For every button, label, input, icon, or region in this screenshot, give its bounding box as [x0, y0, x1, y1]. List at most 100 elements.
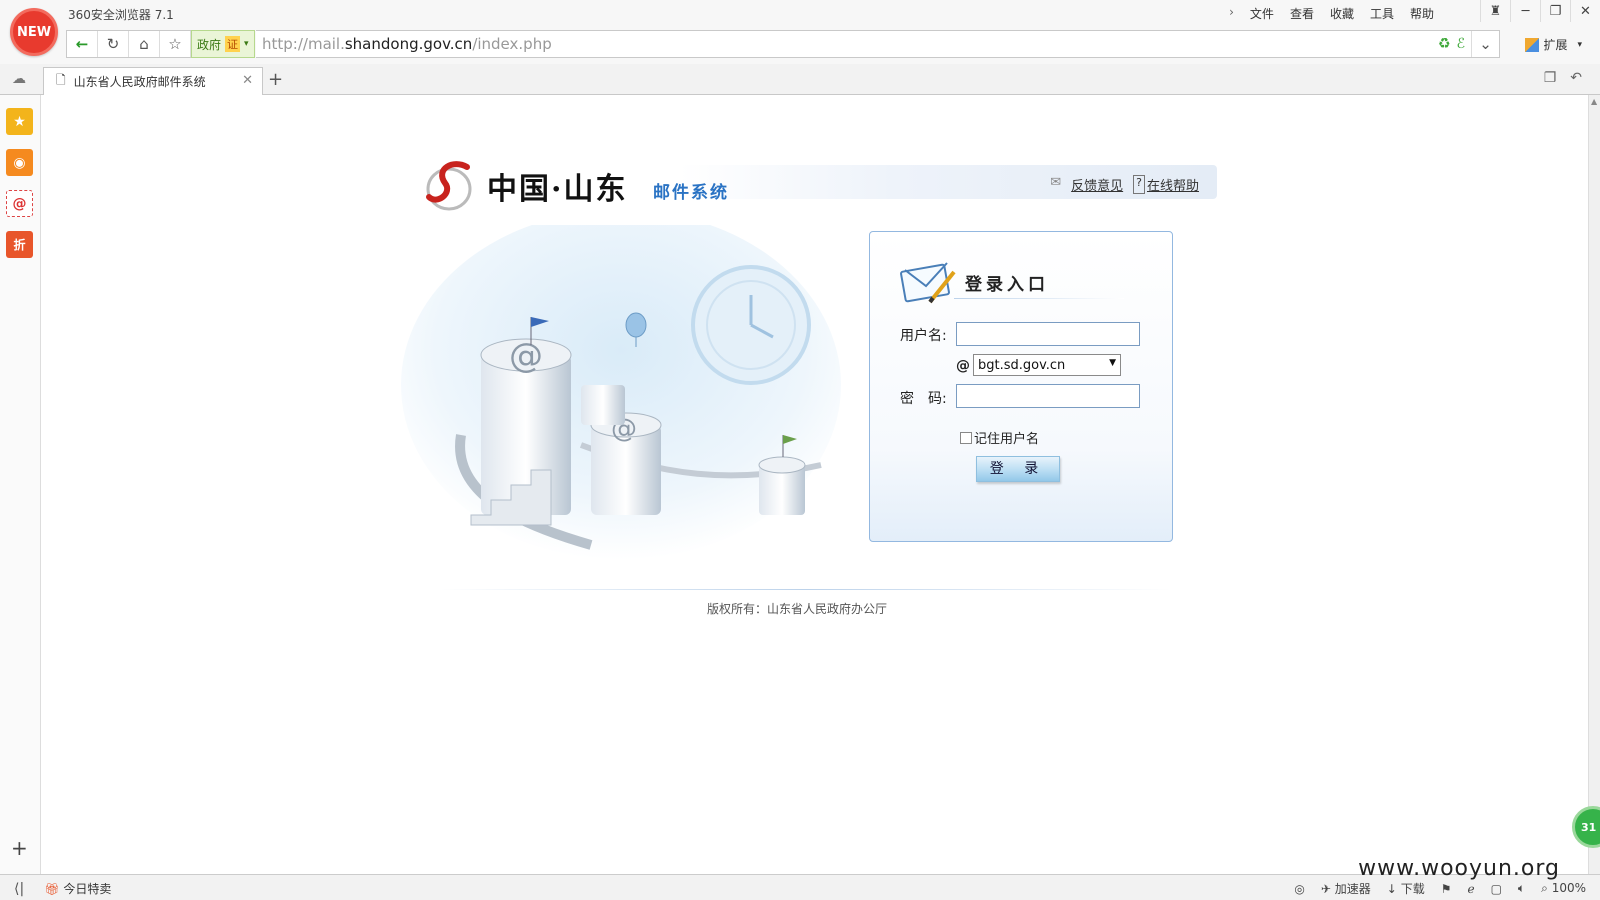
address-bar-icons: ♻ ℰ	[1438, 36, 1465, 52]
domain-select[interactable]: bgt.sd.gov.cn ▼	[973, 354, 1121, 376]
new-tab-button[interactable]: +	[268, 69, 283, 90]
minimize-button[interactable]: ─	[1510, 0, 1540, 22]
flag-icon[interactable]: ⚑	[1441, 882, 1452, 896]
page-content: 中国·山东 邮件系统 ✉ 反馈意见 ? 在线帮助 @ @ 登录入口 用户名: @…	[41, 95, 1588, 874]
favorite-star-button[interactable]: ☆	[160, 31, 191, 57]
remember-checkbox[interactable]	[960, 431, 972, 444]
accelerator-button[interactable]: ✈︎ 加速器	[1321, 880, 1371, 897]
login-panel: 登录入口 用户名: @ bgt.sd.gov.cn ▼ 密 码: 记住用户名 登…	[869, 231, 1173, 542]
logo-title: 中国·山东	[487, 172, 628, 207]
nav-buttons: ← ↻ ⌂ ☆	[66, 30, 192, 58]
refresh-button[interactable]: ↻	[98, 31, 129, 57]
title-underline	[954, 298, 1124, 299]
username-input[interactable]	[956, 322, 1140, 346]
address-dropdown-button[interactable]: ⌄	[1471, 31, 1499, 57]
domain-selected-value: bgt.sd.gov.cn	[978, 357, 1066, 373]
title-bar: 360安全浏览器 7.1 › 文件 查看 收藏 工具 帮助 ♜ ─ ❐ ✕	[0, 0, 1600, 28]
download-icon: ↓	[1386, 882, 1397, 896]
url-host: shandong.gov.cn	[344, 35, 473, 53]
url-path: /index.php	[472, 35, 552, 53]
menu-view[interactable]: 查看	[1290, 5, 1314, 22]
feedback-link[interactable]: 反馈意见	[1071, 175, 1123, 194]
page-icon: 🗋	[56, 73, 66, 87]
zoom-level: 100%	[1551, 881, 1586, 895]
login-title: 登录入口	[965, 275, 1049, 295]
tab-active[interactable]: 🗋 山东省人民政府邮件系统 ✕	[43, 67, 263, 95]
scroll-up-icon[interactable]: ▲	[1591, 97, 1597, 106]
chevron-down-icon: ▾	[1577, 39, 1582, 50]
cert-badge: 证	[225, 36, 241, 52]
speed-mode-icon[interactable]: ℰ	[1457, 36, 1465, 52]
window-icon[interactable]: ▢	[1491, 882, 1502, 896]
sidebar: ★ ◉ @ 折 +	[0, 95, 41, 874]
gift-icon: 🎁︎	[44, 881, 60, 896]
collapse-sidebar-icon[interactable]: ⟨|	[14, 881, 24, 897]
discount-icon[interactable]: 折	[6, 231, 33, 258]
download-button[interactable]: ↓ 下载	[1387, 880, 1425, 897]
mail-icon[interactable]: @	[6, 190, 33, 217]
menu-tools[interactable]: 工具	[1370, 5, 1394, 22]
mail-header: 中国·山东 邮件系统 ✉ 反馈意见 ? 在线帮助	[419, 161, 1217, 215]
logo-subtitle: 邮件系统	[653, 183, 729, 203]
extensions-label: 扩展	[1543, 38, 1568, 52]
browser-logo[interactable]: NEW	[10, 8, 58, 56]
status-bar-left: ⟨| 🎁︎ 今日特卖	[14, 880, 111, 897]
tab-bar: ☁ 🗋 山东省人民政府邮件系统 ✕ + ❐ ↶	[0, 64, 1600, 95]
tab-title: 山东省人民政府邮件系统	[73, 75, 206, 89]
close-window-button[interactable]: ✕	[1570, 0, 1600, 22]
tab-bar-tools: ❐ ↶	[1544, 70, 1582, 86]
dropdown-arrow-icon: ▼	[1109, 358, 1116, 368]
menu-help[interactable]: 帮助	[1410, 5, 1434, 22]
gov-site-badge[interactable]: 政府 证 ▾	[191, 30, 255, 58]
sound-icon[interactable]: 🔈︎	[1518, 881, 1525, 896]
copyright-text: 版权所有：山东省人民政府办公厅	[707, 602, 888, 616]
navigation-bar: ← ↻ ⌂ ☆ 政府 证 ▾ http://mail. shandong.gov.…	[0, 28, 1600, 64]
home-button[interactable]: ⌂	[129, 31, 160, 57]
download-label: 下载	[1400, 882, 1425, 896]
remember-label: 记住用户名	[974, 432, 1040, 447]
url-scheme: http://mail.	[262, 35, 345, 53]
help-link[interactable]: 在线帮助	[1147, 175, 1199, 194]
sidebar-add-button[interactable]: +	[11, 836, 28, 860]
cloud-icon[interactable]: ☁	[12, 71, 26, 87]
status-bar-right: ◎ ✈︎ 加速器 ↓ 下载 ⚑ ℯ ▢ 🔈︎ ⌕ 100%	[1294, 880, 1586, 897]
remember-username[interactable]: 记住用户名	[960, 428, 1039, 447]
undo-close-icon[interactable]: ↶	[1570, 70, 1582, 86]
extensions-button[interactable]: 扩展 ▾	[1525, 36, 1582, 53]
address-bar[interactable]: http://mail. shandong.gov.cn/index.php ♻ …	[256, 30, 1500, 58]
window-controls: ♜ ─ ❐ ✕	[1480, 0, 1600, 22]
vertical-scrollbar[interactable]: ▲	[1588, 95, 1600, 874]
ie-icon[interactable]: ℯ	[1467, 882, 1474, 896]
zoom-control[interactable]: ⌕ 100%	[1541, 881, 1586, 896]
tab-list-icon[interactable]: ❐	[1544, 70, 1557, 86]
footer-divider	[441, 589, 1171, 590]
envelope-pen-icon	[900, 262, 956, 304]
recycle-icon[interactable]: ♻	[1438, 36, 1451, 52]
favorites-star-icon[interactable]: ★	[6, 108, 33, 135]
watermark-text: www.wooyun.org	[1358, 856, 1560, 881]
back-button[interactable]: ←	[67, 31, 98, 57]
weibo-icon[interactable]: ◉	[6, 149, 33, 176]
username-label: 用户名:	[900, 328, 947, 344]
gov-badge-label: 政府	[197, 37, 222, 52]
skin-icon[interactable]: ♜	[1480, 0, 1510, 22]
network-icon[interactable]: ◎	[1294, 882, 1304, 896]
close-tab-icon[interactable]: ✕	[242, 73, 253, 88]
badge-dropdown-icon: ▾	[244, 39, 249, 49]
chevron-right-icon[interactable]: ›	[1229, 5, 1234, 22]
maximize-button[interactable]: ❐	[1540, 0, 1570, 22]
deals-label: 今日特卖	[63, 882, 112, 896]
menu-file[interactable]: 文件	[1250, 5, 1274, 22]
feedback-icon: ✉	[1050, 175, 1062, 190]
deals-button[interactable]: 🎁︎ 今日特卖	[44, 880, 111, 897]
mail-castle-illustration: @ @	[401, 225, 841, 560]
accelerator-label: 加速器	[1334, 882, 1371, 896]
menu-favorites[interactable]: 收藏	[1330, 5, 1354, 22]
password-label: 密 码:	[900, 391, 947, 407]
svg-text:@: @	[509, 336, 543, 376]
password-input[interactable]	[956, 384, 1140, 408]
login-button[interactable]: 登 录	[976, 456, 1060, 482]
menu-bar: › 文件 查看 收藏 工具 帮助	[1229, 5, 1434, 22]
at-sign: @	[956, 358, 970, 374]
shandong-s-logo-icon	[426, 161, 472, 211]
